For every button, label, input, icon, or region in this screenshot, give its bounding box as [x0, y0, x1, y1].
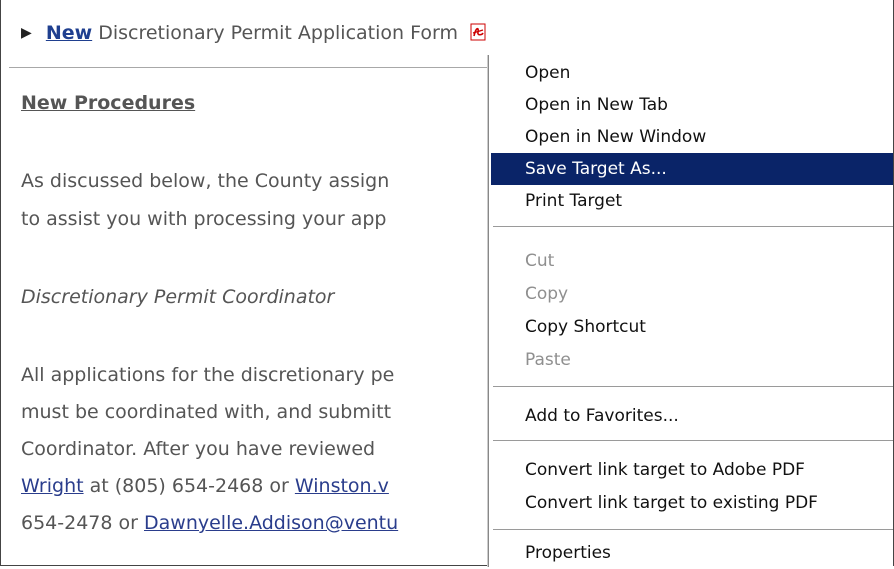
paragraph-line: All applications for the discretionary p… [21, 364, 395, 386]
contact-link-wright[interactable]: Wright [21, 475, 84, 497]
triangle-bullet-icon: ▶ [21, 25, 32, 41]
paragraph-line: must be coordinated with, and submitt [21, 401, 392, 423]
phone-text: 654-2478 or [21, 512, 144, 534]
paragraph-line: As discussed below, the County assign [21, 170, 390, 192]
section-heading: New Procedures [21, 92, 196, 114]
contact-link-addison-email[interactable]: Dawnyelle.Addison@ventu [144, 512, 398, 534]
paragraph-line: Coordinator. After you have reviewed [21, 438, 376, 460]
pdf-icon [470, 23, 486, 41]
menu-item-cut[interactable]: Cut [491, 245, 893, 277]
context-menu[interactable]: Open Open in New Tab Open in New Window … [488, 55, 893, 567]
coordinator-title: Discretionary Permit Coordinator [21, 286, 335, 308]
paragraph-line: Wright at (805) 654-2468 or Winston.v [21, 475, 389, 497]
new-form-link[interactable]: New [46, 22, 92, 44]
contact-link-winston[interactable]: Winston.v [295, 475, 389, 497]
menu-item-open-new-tab[interactable]: Open in New Tab [491, 89, 893, 121]
menu-item-open[interactable]: Open [491, 57, 893, 89]
menu-item-open-new-window[interactable]: Open in New Window [491, 121, 893, 153]
phone-text: at (805) 654-2468 or [83, 475, 295, 497]
menu-separator [493, 226, 893, 227]
menu-item-convert-to-adobe-pdf[interactable]: Convert link target to Adobe PDF [491, 454, 893, 486]
menu-item-save-target-as[interactable]: Save Target As... [491, 153, 893, 185]
paragraph-line: 654-2478 or Dawnyelle.Addison@ventu [21, 512, 398, 534]
form-link-text[interactable]: Discretionary Permit Application Form [92, 22, 458, 44]
menu-item-add-to-favorites[interactable]: Add to Favorites... [491, 400, 893, 432]
menu-item-properties[interactable]: Properties [491, 537, 893, 569]
menu-item-paste[interactable]: Paste [491, 344, 893, 376]
menu-item-copy[interactable]: Copy [491, 278, 893, 310]
application-form-line: ▶ New Discretionary Permit Application F… [21, 22, 486, 44]
menu-separator [493, 440, 893, 441]
menu-item-print-target[interactable]: Print Target [491, 185, 893, 217]
menu-item-copy-shortcut[interactable]: Copy Shortcut [491, 311, 893, 343]
paragraph-line: to assist you with processing your app [21, 208, 387, 230]
menu-item-convert-to-existing-pdf[interactable]: Convert link target to existing PDF [491, 487, 893, 519]
menu-separator [493, 386, 893, 387]
menu-separator [493, 529, 893, 530]
